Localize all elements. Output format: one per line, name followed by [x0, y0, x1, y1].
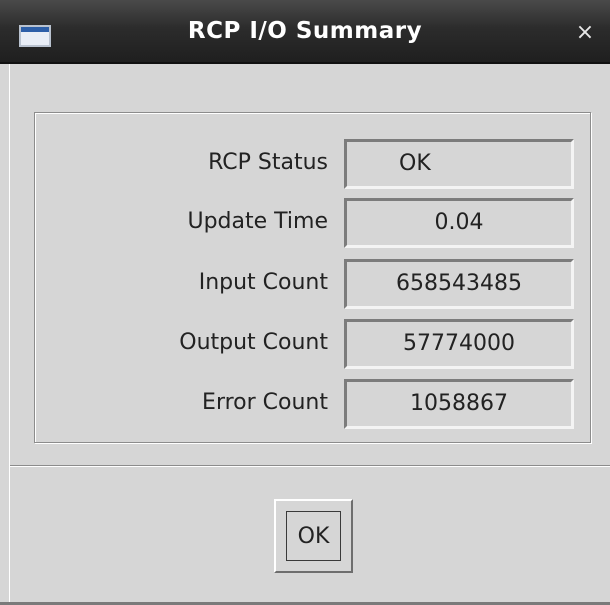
- input-count-value: 658543485: [344, 259, 574, 309]
- button-area-separator: [10, 465, 610, 467]
- rcp-status-row: RCP Status OK: [35, 139, 590, 189]
- rcp-status-value: OK: [344, 139, 574, 189]
- update-time-row: Update Time 0.04: [35, 198, 590, 248]
- update-time-label: Update Time: [187, 209, 328, 234]
- output-count-row: Output Count 57774000: [35, 319, 590, 369]
- update-time-value: 0.04: [344, 198, 574, 248]
- rcp-io-summary-dialog: RCP I/O Summary × RCP Status OK Update T…: [0, 0, 610, 605]
- error-count-value: 1058867: [344, 379, 574, 429]
- ok-button[interactable]: OK: [274, 499, 353, 573]
- rcp-status-label: RCP Status: [208, 150, 328, 175]
- error-count-row: Error Count 1058867: [35, 379, 590, 429]
- title-bar[interactable]: RCP I/O Summary ×: [0, 0, 610, 64]
- close-icon[interactable]: ×: [572, 20, 598, 46]
- ok-button-label: OK: [286, 511, 341, 561]
- input-count-row: Input Count 658543485: [35, 259, 590, 309]
- input-count-label: Input Count: [198, 270, 328, 295]
- output-count-label: Output Count: [179, 330, 328, 355]
- error-count-label: Error Count: [202, 390, 328, 415]
- window-title: RCP I/O Summary: [187, 18, 423, 44]
- output-count-value: 57774000: [344, 319, 574, 369]
- left-edge-highlight: [9, 64, 10, 605]
- summary-group-box: RCP Status OK Update Time 0.04 Input Cou…: [34, 112, 591, 443]
